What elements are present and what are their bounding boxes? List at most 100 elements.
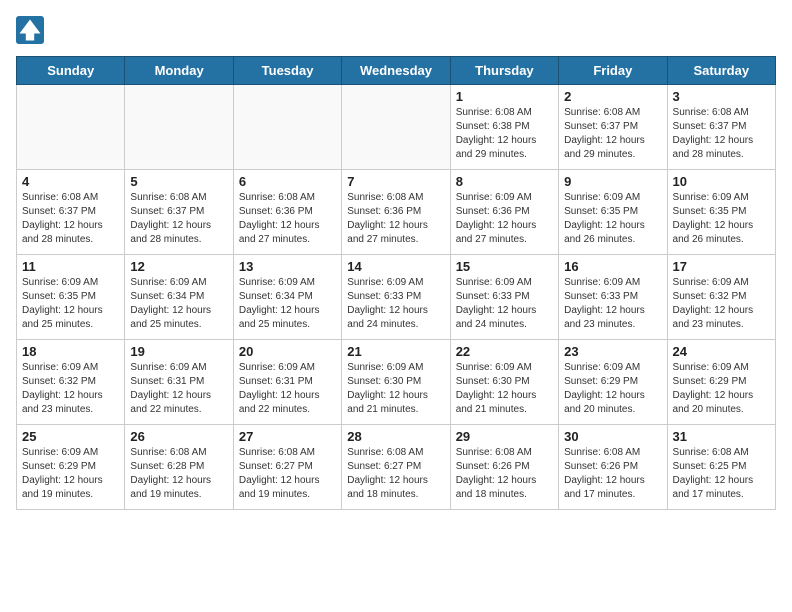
calendar-day-cell: 2 Sunrise: 6:08 AM Sunset: 6:37 PM Daylig… xyxy=(559,85,667,170)
day-info: Sunrise: 6:09 AM Sunset: 6:29 PM Dayligh… xyxy=(564,361,661,417)
day-number: 26 xyxy=(130,429,227,444)
calendar-day-cell: 28 Sunrise: 6:08 AM Sunset: 6:27 PM Dayli… xyxy=(342,425,450,510)
day-info: Sunrise: 6:08 AM Sunset: 6:37 PM Dayligh… xyxy=(564,106,661,162)
calendar-day-cell: 27Sunrise: 6:08 AM Sunset: 6:27 PM Dayli… xyxy=(233,425,341,510)
header xyxy=(16,16,776,44)
day-number: 18 xyxy=(22,344,119,359)
day-info: Sunrise: 6:08 AM Sunset: 6:36 PM Dayligh… xyxy=(347,191,444,247)
calendar-day-cell: 16 Sunrise: 6:09 AM Sunset: 6:33 PM Dayli… xyxy=(559,255,667,340)
day-info: Sunrise: 6:09 AM Sunset: 6:34 PM Dayligh… xyxy=(130,276,227,332)
day-info: Sunrise: 6:09 AM Sunset: 6:29 PM Dayligh… xyxy=(22,446,119,502)
day-number: 31 xyxy=(673,429,770,444)
calendar-day-cell: 17 Sunrise: 6:09 AM Sunset: 6:32 PM Dayli… xyxy=(667,255,775,340)
day-number: 1 xyxy=(456,89,553,104)
day-number: 2 xyxy=(564,89,661,104)
day-info: Sunrise: 6:09 AM Sunset: 6:35 PM Dayligh… xyxy=(22,276,119,332)
calendar-day-cell: 31 Sunrise: 6:08 AM Sunset: 6:25 PM Dayli… xyxy=(667,425,775,510)
day-info: Sunrise: 6:08 AM Sunset: 6:28 PM Dayligh… xyxy=(130,446,227,502)
day-number: 23 xyxy=(564,344,661,359)
calendar-day-cell: 10Sunrise: 6:09 AM Sunset: 6:35 PM Dayli… xyxy=(667,170,775,255)
day-number: 3 xyxy=(673,89,770,104)
calendar-day-cell xyxy=(342,85,450,170)
calendar-day-cell: 12 Sunrise: 6:09 AM Sunset: 6:34 PM Dayli… xyxy=(125,255,233,340)
day-number: 12 xyxy=(130,259,227,274)
day-number: 24 xyxy=(673,344,770,359)
day-number: 29 xyxy=(456,429,553,444)
day-info: Sunrise: 6:09 AM Sunset: 6:33 PM Dayligh… xyxy=(347,276,444,332)
logo xyxy=(16,16,48,44)
calendar-day-cell xyxy=(17,85,125,170)
day-number: 21 xyxy=(347,344,444,359)
calendar-day-cell: 5 Sunrise: 6:08 AM Sunset: 6:37 PM Daylig… xyxy=(125,170,233,255)
calendar-week-row: 4Sunrise: 6:08 AM Sunset: 6:37 PM Daylig… xyxy=(17,170,776,255)
day-number: 10 xyxy=(673,174,770,189)
day-info: Sunrise: 6:08 AM Sunset: 6:36 PM Dayligh… xyxy=(239,191,336,247)
day-of-week-header: Saturday xyxy=(667,57,775,85)
day-info: Sunrise: 6:09 AM Sunset: 6:32 PM Dayligh… xyxy=(22,361,119,417)
day-info: Sunrise: 6:09 AM Sunset: 6:30 PM Dayligh… xyxy=(456,361,553,417)
calendar-day-cell: 4Sunrise: 6:08 AM Sunset: 6:37 PM Daylig… xyxy=(17,170,125,255)
day-number: 13 xyxy=(239,259,336,274)
calendar-day-cell: 25Sunrise: 6:09 AM Sunset: 6:29 PM Dayli… xyxy=(17,425,125,510)
calendar-day-cell: 15Sunrise: 6:09 AM Sunset: 6:33 PM Dayli… xyxy=(450,255,558,340)
day-number: 14 xyxy=(347,259,444,274)
calendar-day-cell: 29 Sunrise: 6:08 AM Sunset: 6:26 PM Dayli… xyxy=(450,425,558,510)
day-number: 11 xyxy=(22,259,119,274)
calendar-day-cell xyxy=(125,85,233,170)
day-of-week-header: Tuesday xyxy=(233,57,341,85)
day-info: Sunrise: 6:09 AM Sunset: 6:34 PM Dayligh… xyxy=(239,276,336,332)
calendar-week-row: 25Sunrise: 6:09 AM Sunset: 6:29 PM Dayli… xyxy=(17,425,776,510)
day-number: 7 xyxy=(347,174,444,189)
day-info: Sunrise: 6:09 AM Sunset: 6:36 PM Dayligh… xyxy=(456,191,553,247)
calendar-day-cell xyxy=(233,85,341,170)
calendar-day-cell: 1Sunrise: 6:08 AM Sunset: 6:38 PM Daylig… xyxy=(450,85,558,170)
calendar-day-cell: 26 Sunrise: 6:08 AM Sunset: 6:28 PM Dayli… xyxy=(125,425,233,510)
calendar-week-row: 18 Sunrise: 6:09 AM Sunset: 6:32 PM Dayli… xyxy=(17,340,776,425)
day-info: Sunrise: 6:08 AM Sunset: 6:26 PM Dayligh… xyxy=(564,446,661,502)
day-info: Sunrise: 6:09 AM Sunset: 6:33 PM Dayligh… xyxy=(456,276,553,332)
calendar-week-row: 11 Sunrise: 6:09 AM Sunset: 6:35 PM Dayli… xyxy=(17,255,776,340)
day-info: Sunrise: 6:09 AM Sunset: 6:33 PM Dayligh… xyxy=(564,276,661,332)
day-number: 22 xyxy=(456,344,553,359)
day-number: 9 xyxy=(564,174,661,189)
day-number: 28 xyxy=(347,429,444,444)
calendar-day-cell: 14 Sunrise: 6:09 AM Sunset: 6:33 PM Dayli… xyxy=(342,255,450,340)
day-info: Sunrise: 6:09 AM Sunset: 6:29 PM Dayligh… xyxy=(673,361,770,417)
day-number: 17 xyxy=(673,259,770,274)
day-number: 16 xyxy=(564,259,661,274)
calendar-day-cell: 21Sunrise: 6:09 AM Sunset: 6:30 PM Dayli… xyxy=(342,340,450,425)
calendar-day-cell: 9Sunrise: 6:09 AM Sunset: 6:35 PM Daylig… xyxy=(559,170,667,255)
day-number: 8 xyxy=(456,174,553,189)
day-number: 5 xyxy=(130,174,227,189)
day-info: Sunrise: 6:08 AM Sunset: 6:37 PM Dayligh… xyxy=(130,191,227,247)
day-of-week-header: Monday xyxy=(125,57,233,85)
day-info: Sunrise: 6:08 AM Sunset: 6:37 PM Dayligh… xyxy=(22,191,119,247)
day-number: 6 xyxy=(239,174,336,189)
day-info: Sunrise: 6:09 AM Sunset: 6:31 PM Dayligh… xyxy=(130,361,227,417)
calendar-week-row: 1Sunrise: 6:08 AM Sunset: 6:38 PM Daylig… xyxy=(17,85,776,170)
calendar-table: SundayMondayTuesdayWednesdayThursdayFrid… xyxy=(16,56,776,510)
day-of-week-header: Friday xyxy=(559,57,667,85)
calendar-day-cell: 22 Sunrise: 6:09 AM Sunset: 6:30 PM Dayli… xyxy=(450,340,558,425)
day-info: Sunrise: 6:08 AM Sunset: 6:27 PM Dayligh… xyxy=(239,446,336,502)
day-info: Sunrise: 6:08 AM Sunset: 6:26 PM Dayligh… xyxy=(456,446,553,502)
day-info: Sunrise: 6:09 AM Sunset: 6:32 PM Dayligh… xyxy=(673,276,770,332)
calendar-day-cell: 30 Sunrise: 6:08 AM Sunset: 6:26 PM Dayli… xyxy=(559,425,667,510)
day-of-week-header: Sunday xyxy=(17,57,125,85)
calendar-day-cell: 3 Sunrise: 6:08 AM Sunset: 6:37 PM Daylig… xyxy=(667,85,775,170)
calendar-day-cell: 18 Sunrise: 6:09 AM Sunset: 6:32 PM Dayli… xyxy=(17,340,125,425)
calendar-day-cell: 11 Sunrise: 6:09 AM Sunset: 6:35 PM Dayli… xyxy=(17,255,125,340)
calendar-day-cell: 19Sunrise: 6:09 AM Sunset: 6:31 PM Dayli… xyxy=(125,340,233,425)
day-number: 30 xyxy=(564,429,661,444)
day-info: Sunrise: 6:09 AM Sunset: 6:31 PM Dayligh… xyxy=(239,361,336,417)
calendar-day-cell: 20 Sunrise: 6:09 AM Sunset: 6:31 PM Dayli… xyxy=(233,340,341,425)
day-info: Sunrise: 6:08 AM Sunset: 6:27 PM Dayligh… xyxy=(347,446,444,502)
calendar-day-cell: 7 Sunrise: 6:08 AM Sunset: 6:36 PM Daylig… xyxy=(342,170,450,255)
day-info: Sunrise: 6:08 AM Sunset: 6:25 PM Dayligh… xyxy=(673,446,770,502)
calendar-header-row: SundayMondayTuesdayWednesdayThursdayFrid… xyxy=(17,57,776,85)
logo-icon xyxy=(16,16,44,44)
day-info: Sunrise: 6:08 AM Sunset: 6:37 PM Dayligh… xyxy=(673,106,770,162)
day-number: 20 xyxy=(239,344,336,359)
day-of-week-header: Thursday xyxy=(450,57,558,85)
calendar-day-cell: 23 Sunrise: 6:09 AM Sunset: 6:29 PM Dayli… xyxy=(559,340,667,425)
